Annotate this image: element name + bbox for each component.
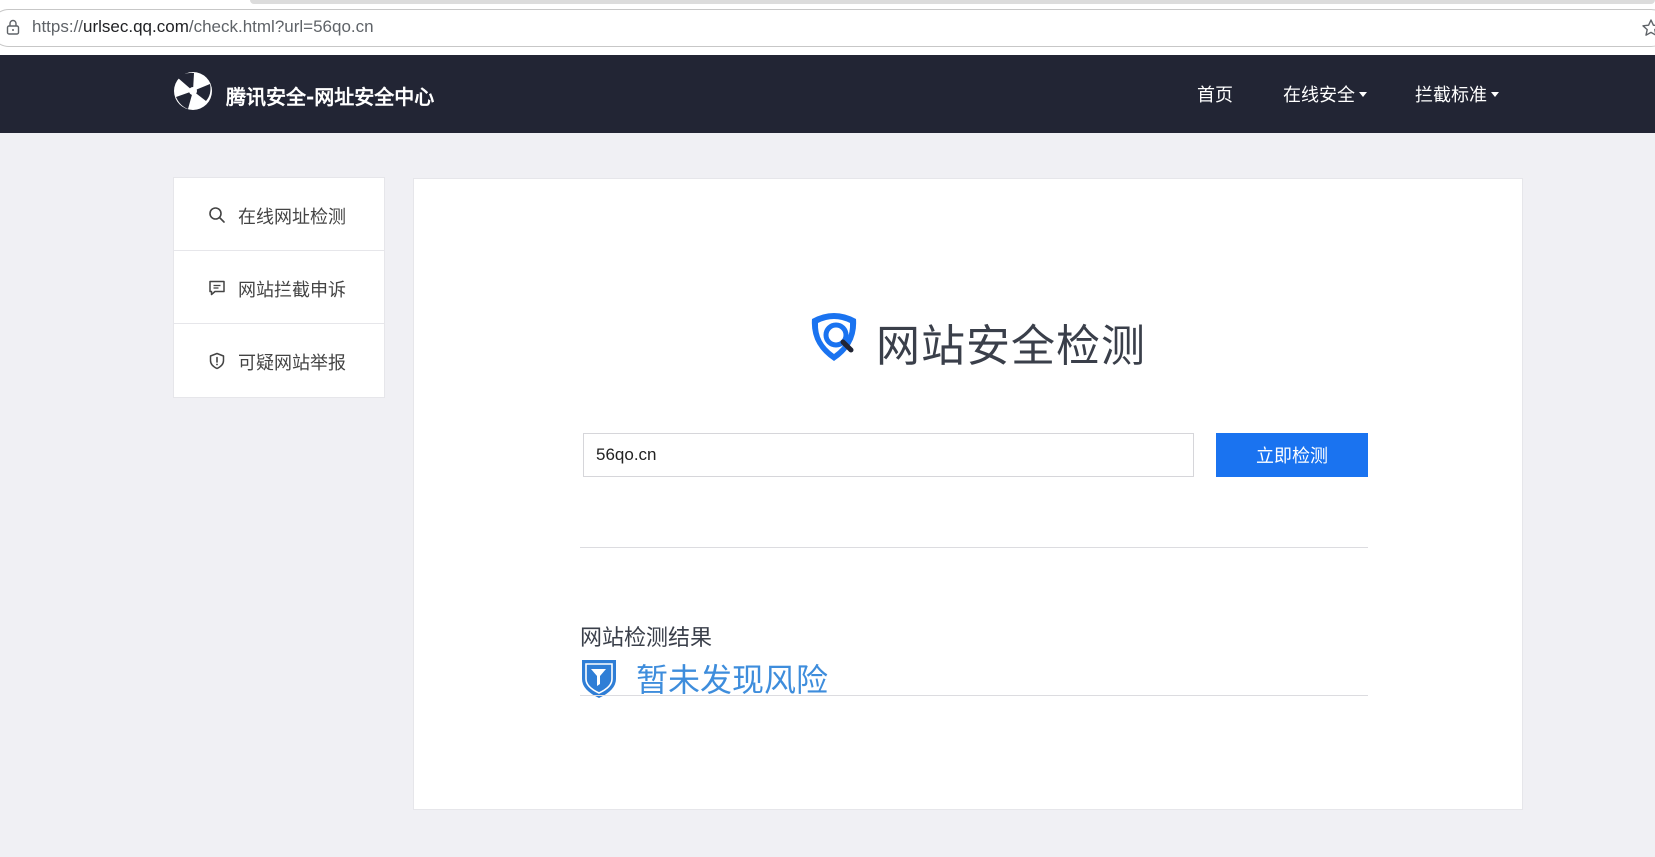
url-path: /check.html?url=56qo.cn (188, 17, 374, 36)
nav-block-standards[interactable]: 拦截标准 (1415, 81, 1499, 107)
nav-home[interactable]: 首页 (1197, 81, 1233, 107)
browser-toolbar: https://urlsec.qq.com/check.html?url=56q… (0, 0, 1655, 55)
main-panel: 网站安全检测 立即检测 网站检测结果 暂未发现风险 (413, 178, 1523, 810)
sidebar-item-label: 网站拦截申诉 (238, 280, 346, 301)
caret-down-icon (1359, 91, 1367, 97)
nav-online-security-label: 在线安全 (1283, 85, 1355, 106)
sidebar-item-report[interactable]: 可疑网站举报 (174, 324, 384, 397)
url-host: urlsec.qq.com (83, 17, 189, 36)
divider (580, 547, 1368, 548)
lock-icon[interactable] (6, 19, 20, 35)
sidebar: 在线网址检测 网站拦截申诉 可疑网站举报 (173, 177, 385, 398)
site-title[interactable]: 腾讯安全-网址安全中心 (226, 81, 434, 110)
address-url[interactable]: https://urlsec.qq.com/check.html?url=56q… (32, 17, 374, 37)
site-header: 腾讯安全-网址安全中心 首页 在线安全 拦截标准 (0, 55, 1655, 133)
result-title: 网站检测结果 (580, 626, 713, 651)
search-icon (209, 207, 225, 223)
tencent-security-logo-icon[interactable] (172, 70, 214, 112)
sidebar-item-url-check[interactable]: 在线网址检测 (174, 178, 384, 251)
url-input[interactable] (583, 433, 1194, 477)
url-scheme: https:// (32, 17, 84, 36)
sidebar-item-label: 可疑网站举报 (238, 353, 346, 374)
divider (580, 695, 1368, 696)
safe-shield-icon (582, 660, 616, 698)
browser-tab-edge (250, 0, 1655, 4)
comment-icon (209, 280, 225, 296)
sidebar-item-appeal[interactable]: 网站拦截申诉 (174, 251, 384, 324)
nav-home-label: 首页 (1197, 85, 1233, 106)
page-title: 网站安全检测 (876, 321, 1146, 372)
sidebar-item-label: 在线网址检测 (238, 207, 346, 228)
shield-alert-icon (209, 352, 225, 370)
check-now-button[interactable]: 立即检测 (1216, 433, 1368, 477)
nav-online-security[interactable]: 在线安全 (1283, 81, 1367, 107)
caret-down-icon (1491, 91, 1499, 97)
shield-search-icon (811, 313, 857, 361)
nav-block-standards-label: 拦截标准 (1415, 85, 1487, 106)
bookmark-star-icon[interactable] (1641, 18, 1655, 38)
